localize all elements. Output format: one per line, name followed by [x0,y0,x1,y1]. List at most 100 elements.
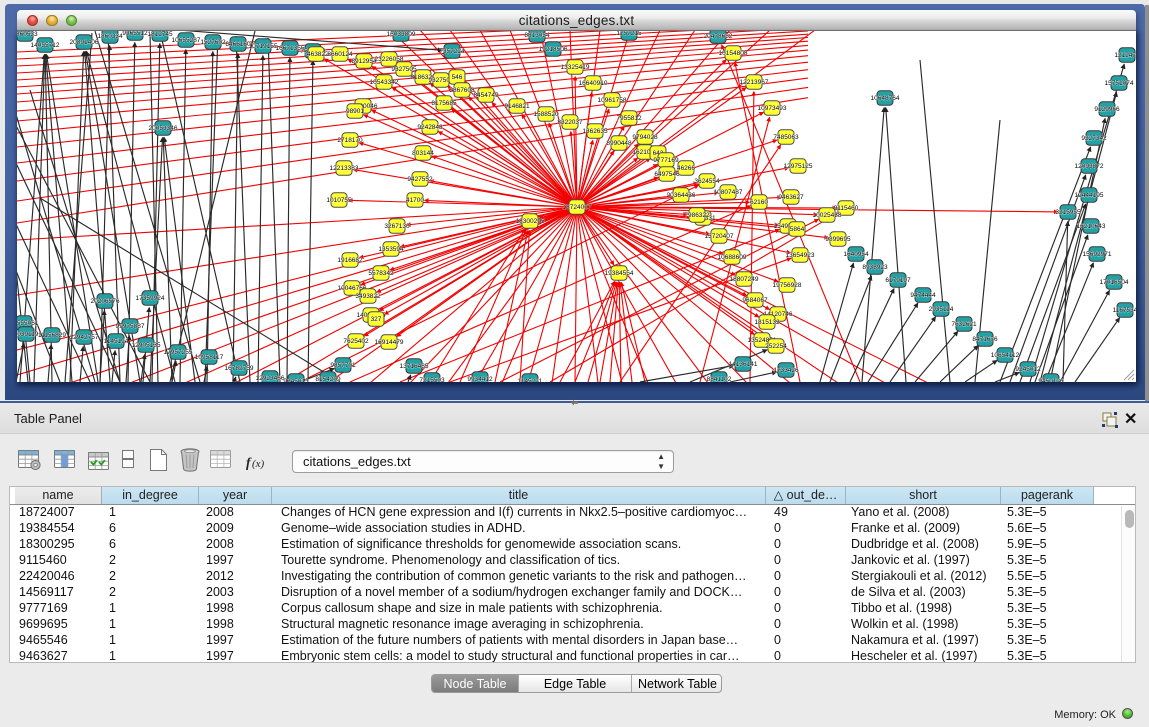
svg-text:9327505: 9327505 [391,66,417,73]
svg-text:7485063: 7485063 [773,134,799,141]
svg-text:9245012: 9245012 [1015,366,1041,373]
svg-text:9857701: 9857701 [330,362,356,369]
svg-text:8912954: 8912954 [351,58,377,65]
svg-text:16210643: 16210643 [1077,223,1106,230]
svg-text:12942757: 12942757 [70,334,99,341]
svg-text:12093872: 12093872 [1075,163,1104,170]
svg-text:1812745: 1812745 [147,31,173,38]
svg-text:9242848: 9242848 [417,124,443,131]
svg-text:7357224: 7357224 [439,48,465,55]
svg-text:18300295: 18300295 [516,218,545,225]
svg-text:46266: 46266 [677,165,695,172]
svg-text:9245013: 9245013 [283,378,309,382]
svg-text:16640910: 16640910 [579,80,608,87]
svg-text:11156829: 11156829 [38,332,66,339]
svg-text:1860533: 1860533 [17,31,38,38]
svg-text:3267130: 3267130 [384,223,410,230]
svg-text:41700: 41700 [406,197,424,204]
svg-text:6466160: 6466160 [225,41,251,48]
svg-text:12923466: 12923466 [256,375,285,382]
svg-text:8322037: 8322037 [557,119,583,126]
svg-text:3215955: 3215955 [1055,209,1081,216]
svg-text:18807249: 18807249 [730,276,759,283]
svg-text:1815132: 1815132 [754,319,780,326]
svg-text:7625402: 7625402 [343,338,369,345]
svg-text:16914479: 16914479 [375,339,404,346]
svg-text:17957255: 17957255 [164,349,193,356]
svg-text:13654923: 13654923 [786,252,815,259]
svg-text:9463627: 9463627 [778,194,804,201]
svg-text:13325419: 13325419 [561,64,590,71]
svg-text:5864: 5864 [790,226,805,233]
svg-text:12213383: 12213383 [330,165,359,172]
svg-text:9129966: 9129966 [1094,106,1120,113]
svg-text:1167534: 1167534 [1113,307,1136,314]
svg-text:20891406: 20891406 [70,39,99,46]
svg-text:10648764: 10648764 [871,95,900,102]
svg-text:1212475: 1212475 [1114,52,1136,59]
svg-text:19218506: 19218506 [539,46,568,53]
svg-text:6497546: 6497546 [654,171,680,178]
svg-text:8660124: 8660124 [327,51,353,58]
svg-text:252254: 252254 [765,343,787,350]
svg-text:10154808: 10154808 [719,50,748,57]
svg-text:20053346: 20053346 [149,125,178,132]
svg-text:8175685: 8175685 [431,100,457,107]
svg-text:10025438: 10025438 [813,212,842,219]
svg-text:13720407: 13720407 [705,233,734,240]
svg-text:7632621: 7632621 [951,321,977,328]
svg-text:1860334: 1860334 [97,33,123,40]
svg-text:1145194: 1145194 [104,338,129,345]
svg-text:7955812: 7955812 [616,115,642,122]
svg-text:9115460: 9115460 [834,205,859,212]
svg-text:10961758: 10961758 [598,97,627,104]
svg-text:20206576: 20206576 [91,298,120,305]
svg-text:2935114: 2935114 [929,306,954,313]
svg-text:9474444: 9474444 [910,292,936,299]
svg-text:10688609: 10688609 [718,254,747,261]
svg-text:10654112: 10654112 [991,352,1020,359]
svg-text:17016504: 17016504 [1100,279,1129,286]
svg-text:3493822: 3493822 [355,293,381,300]
svg-text:12975125: 12975125 [784,163,813,170]
svg-text:9227342: 9227342 [1081,135,1107,142]
svg-text:98901: 98901 [346,108,364,115]
svg-text:9427552: 9427552 [407,176,433,183]
svg-text:8990448: 8990448 [606,140,632,147]
svg-text:20478682: 20478682 [704,33,733,40]
svg-text:8938923: 8938923 [862,264,888,271]
svg-text:2718170: 2718170 [337,137,363,144]
svg-text:6179197: 6179197 [885,277,911,284]
svg-text:9899695: 9899695 [825,236,851,243]
svg-text:16782759: 16782759 [225,365,254,372]
svg-text:8154209: 8154209 [315,376,341,382]
svg-text:16033809: 16033809 [387,31,416,38]
svg-text:18724007: 18724007 [563,204,592,211]
svg-text:10543342: 10543342 [370,79,399,86]
svg-text:10973493: 10973493 [758,105,787,112]
svg-text:9794028: 9794028 [632,134,658,141]
svg-text:546: 546 [452,74,463,81]
svg-text:13716485: 13716485 [400,363,429,370]
svg-text:2867608: 2867608 [449,87,475,94]
svg-text:19756928: 19756928 [773,282,802,289]
svg-text:14555061: 14555061 [17,320,39,327]
svg-text:15692971: 15692971 [1083,251,1112,258]
svg-text:1588520: 1588520 [533,111,559,118]
svg-text:10655287: 10655287 [172,37,201,44]
svg-text:20364436: 20364436 [667,192,696,199]
svg-text:19384554: 19384554 [605,270,634,277]
svg-text:1010755: 1010755 [326,197,352,204]
svg-text:(x): (x) [252,458,265,470]
svg-text:5578342: 5578342 [368,270,394,277]
svg-text:7463822: 7463822 [303,51,329,58]
svg-text:9146821: 9146821 [504,103,530,110]
svg-text:1640954: 1640954 [843,251,869,258]
svg-text:1145221: 1145221 [518,378,543,382]
svg-text:1039119: 1039119 [17,331,39,338]
svg-text:803144: 803144 [412,150,434,157]
svg-text:3624554: 3624554 [694,178,720,185]
svg-text:14055712: 14055712 [31,42,60,49]
svg-text:10719155: 10719155 [249,43,278,50]
svg-text:17359924: 17359924 [136,295,165,302]
